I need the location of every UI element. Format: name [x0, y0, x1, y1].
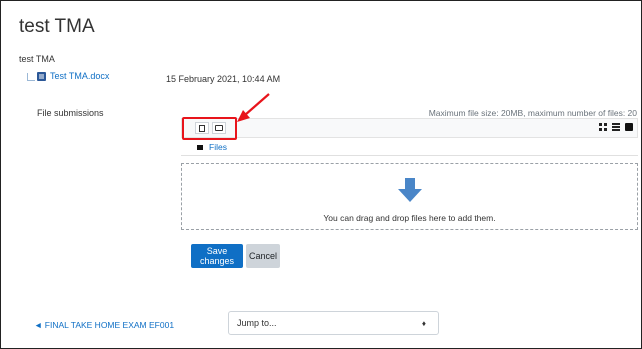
- previous-activity-link[interactable]: ◄ FINAL TAKE HOME EXAM EF001: [34, 320, 174, 330]
- annotation-arrow-icon: [237, 93, 270, 122]
- jump-to-value: Jump to...: [237, 318, 277, 328]
- attachment-file-name[interactable]: Test TMA.docx: [50, 71, 109, 81]
- attachment-link[interactable]: Test TMA.docx: [31, 71, 109, 81]
- path-root-link[interactable]: Files: [209, 142, 227, 152]
- select-caret-icon: ♦: [421, 319, 426, 328]
- file-submissions-label: File submissions: [37, 108, 104, 118]
- attachment-timestamp: 15 February 2021, 10:44 AM: [166, 74, 281, 84]
- view-switcher: [599, 123, 633, 131]
- jump-to-select[interactable]: Jump to... ♦: [228, 311, 439, 335]
- folder-icon: [197, 144, 203, 150]
- word-document-icon: [37, 71, 46, 81]
- cancel-button[interactable]: Cancel: [246, 244, 280, 268]
- filepicker-path[interactable]: Files: [197, 142, 227, 152]
- assignment-subtitle: test TMA: [19, 54, 55, 64]
- tree-view-icon[interactable]: [625, 123, 633, 131]
- page-title: test TMA: [19, 16, 95, 37]
- file-drop-zone[interactable]: You can drag and drop files here to add …: [181, 163, 638, 230]
- drop-zone-text: You can drag and drop files here to add …: [323, 213, 496, 223]
- page-frame: test TMA test TMA Test TMA.docx 15 Febru…: [0, 0, 642, 349]
- save-changes-button[interactable]: Save changes: [191, 244, 243, 268]
- upload-arrow-icon: [397, 178, 422, 202]
- file-limits-text: Maximum file size: 20MB, maximum number …: [428, 108, 637, 118]
- path-divider: [181, 155, 638, 156]
- icons-view-icon[interactable]: [599, 123, 607, 131]
- annotation-highlight-box: [182, 117, 237, 140]
- list-view-icon[interactable]: [612, 123, 620, 131]
